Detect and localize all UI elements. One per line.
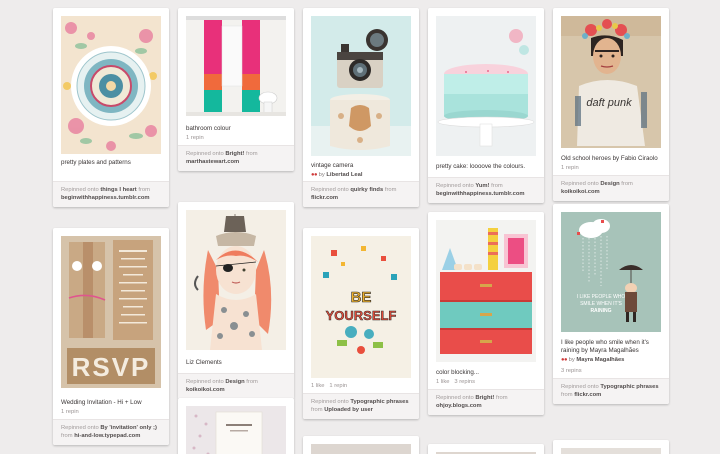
board-link[interactable]: Yum!: [475, 183, 489, 189]
pin-card[interactable]: pretty plates and patterns Repinned onto…: [53, 8, 169, 207]
pin-image[interactable]: [311, 444, 411, 454]
pin-attribution: Repinned onto Design from koikoikoi.com: [178, 373, 294, 399]
pin-card[interactable]: [428, 444, 544, 454]
source-link[interactable]: beginwithhappiness.tumblr.com: [61, 195, 150, 201]
svg-text:YOURSELF: YOURSELF: [326, 308, 397, 323]
rain-text: I LIKE PEOPLE WHO: [577, 294, 626, 300]
pin-card[interactable]: BE YOURSELF 1 like 1 repin Repinned onto…: [303, 228, 419, 419]
pin-attribution: Repinned onto By 'invitation' only ;) fr…: [53, 419, 169, 445]
pin-stats: 1 like 3 repins: [436, 379, 475, 385]
pin-attribution: Repinned onto Yum! from beginwithhappine…: [428, 177, 544, 203]
source-link[interactable]: Uploaded by user: [324, 407, 373, 413]
pin-attribution: Repinned onto quirky finds from flickr.c…: [303, 181, 419, 207]
pin-attribution: Repinned onto Typographic phrases from f…: [553, 378, 669, 404]
pin-attribution: Repinned onto Typographic phrases from U…: [303, 393, 419, 419]
pin-card[interactable]: [303, 436, 419, 454]
source-link[interactable]: koikoikoi.com: [561, 189, 600, 195]
pin-stats: 1 repin: [186, 135, 204, 141]
pin-image[interactable]: [61, 16, 161, 154]
pin-image[interactable]: [561, 448, 661, 454]
svg-text:SMILE WHEN IT'S: SMILE WHEN IT'S: [580, 301, 622, 307]
pin-pinner: ●● by Mayra Magalhães: [561, 357, 625, 363]
board-link[interactable]: By 'invitation' only ;): [100, 425, 157, 431]
pin-stats: 1 like 1 repin: [311, 383, 348, 389]
pin-image[interactable]: [311, 16, 411, 156]
pin-card[interactable]: [178, 398, 294, 454]
pin-card[interactable]: daft punk Old school heroes by Fabio Cir…: [553, 8, 669, 201]
pin-image[interactable]: [186, 406, 286, 454]
pin-description: bathroom colour: [186, 125, 231, 132]
rsvp-text: RSVP: [72, 352, 151, 382]
pin-card[interactable]: color blocking... 1 like 3 repins Repinn…: [428, 212, 544, 415]
pin-description: pretty plates and patterns: [61, 159, 131, 166]
pin-card[interactable]: bathroom colour 1 repin Repinned onto Br…: [178, 8, 294, 171]
board-link[interactable]: Design: [225, 379, 244, 385]
pinner-link[interactable]: Mayra Magalhães: [576, 357, 624, 363]
source-link[interactable]: hi-and-low.typepad.com: [74, 433, 140, 439]
board-link[interactable]: quirky finds: [350, 187, 383, 193]
pin-stats: 1 repin: [61, 409, 79, 415]
pin-card[interactable]: pretty cake: loooove the colours. Repinn…: [428, 8, 544, 203]
board-link[interactable]: Bright!: [475, 395, 494, 401]
avatar: ●●: [561, 357, 568, 363]
pin-description: color blocking...: [436, 369, 479, 376]
board-link[interactable]: Design: [600, 181, 619, 187]
board-link[interactable]: Bright!: [225, 151, 244, 157]
pin-image[interactable]: BE YOURSELF: [311, 236, 411, 378]
pin-card[interactable]: RSVP Wedding Invitation - Hi + Low 1 rep…: [53, 228, 169, 445]
pin-image[interactable]: I LIKE PEOPLE WHO SMILE WHEN IT'S RAININ…: [561, 212, 661, 332]
pin-attribution: Repinned onto Bright! from marthastewart…: [178, 145, 294, 171]
pin-card[interactable]: I LIKE PEOPLE WHO SMILE WHEN IT'S RAININ…: [553, 204, 669, 404]
source-link[interactable]: koikoikoi.com: [186, 387, 225, 393]
source-link[interactable]: beginwithhappiness.tumblr.com: [436, 191, 525, 197]
source-link[interactable]: flickr.com: [311, 195, 338, 201]
pinner-link[interactable]: Libertad Leal: [326, 172, 362, 178]
source-link[interactable]: flickr.com: [574, 392, 601, 398]
source-link[interactable]: marthastewart.com: [186, 159, 239, 165]
pin-attribution: Repinned onto Bright! from ohjoy.blogs.c…: [428, 389, 544, 415]
svg-text:RAINING: RAINING: [590, 308, 611, 314]
board-link[interactable]: Typographic phrases: [600, 384, 658, 390]
pin-description: Old school heroes by Fabio Ciraolo: [561, 155, 658, 162]
pin-image[interactable]: [436, 220, 536, 362]
source-link[interactable]: ohjoy.blogs.com: [436, 403, 482, 409]
board-link[interactable]: Typographic phrases: [350, 399, 408, 405]
pin-image[interactable]: [436, 16, 536, 156]
pin-description: Wedding Invitation - Hi + Low: [61, 399, 142, 406]
pin-image[interactable]: [186, 16, 286, 116]
pin-card[interactable]: vintage camera ●● by Libertad Leal Repin…: [303, 8, 419, 207]
pin-attribution: Repinned onto things I heart from beginw…: [53, 181, 169, 207]
board-link[interactable]: things I heart: [100, 187, 136, 193]
pin-attribution: Repinned onto Design from koikoikoi.com: [553, 175, 669, 201]
pin-pinner: ●● by Libertad Leal: [311, 172, 363, 178]
avatar: ●●: [311, 172, 318, 178]
pin-card[interactable]: Liz Clements Repinned onto Design from k…: [178, 202, 294, 399]
pin-description: Liz Clements: [186, 359, 222, 366]
pin-description: vintage camera: [311, 162, 354, 169]
pin-stats: 1 repin: [561, 165, 579, 171]
pin-image[interactable]: daft punk: [561, 16, 661, 148]
pin-stats: 3 repins: [561, 368, 582, 374]
daft-punk-text: daft punk: [586, 97, 632, 109]
be-yourself-text: BE: [351, 289, 372, 306]
pin-image[interactable]: RSVP: [61, 236, 161, 388]
pin-image[interactable]: [186, 210, 286, 350]
pin-description: I like people who smile when it's rainin…: [561, 339, 649, 354]
pin-description: pretty cake: loooove the colours.: [436, 163, 526, 170]
pin-card[interactable]: [553, 440, 669, 454]
